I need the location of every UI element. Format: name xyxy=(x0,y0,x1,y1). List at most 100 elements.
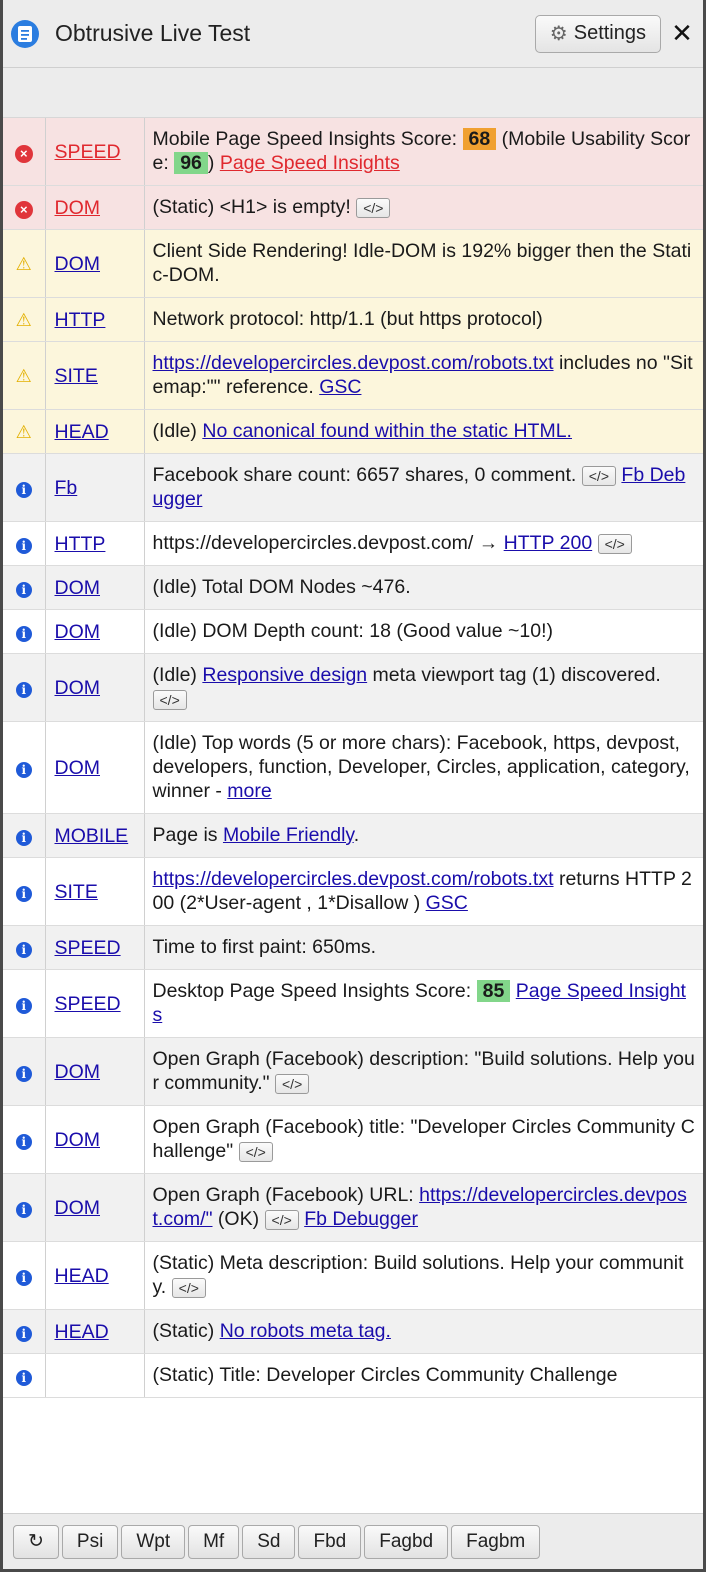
message-link[interactable]: No robots meta tag. xyxy=(220,1320,391,1342)
message-text: . xyxy=(353,824,360,846)
message-text: Open Graph (Facebook) title: "Developer … xyxy=(152,1116,695,1162)
message-cell: (Idle) Responsive design meta viewport t… xyxy=(144,653,703,722)
result-row: × SPEED Mobile Page Speed Insights Score: … xyxy=(3,118,703,186)
message-cell: https://developercircles.devpost.com/rob… xyxy=(144,857,703,926)
category-link[interactable]: SPEED xyxy=(55,141,121,163)
footer-button-mf[interactable]: Mf xyxy=(188,1524,240,1559)
category-link[interactable]: DOM xyxy=(55,757,101,779)
message-link[interactable]: No canonical found within the static HTM… xyxy=(202,420,572,442)
view-code-button[interactable]: </> xyxy=(581,465,616,486)
category-cell: DOM xyxy=(45,653,145,722)
status-cell: i xyxy=(3,1037,46,1106)
info-icon: i xyxy=(15,1325,32,1342)
category-cell: HEAD xyxy=(45,1309,145,1354)
category-cell: SITE xyxy=(45,857,145,926)
category-link[interactable]: DOM xyxy=(55,577,101,599)
result-row: ⚠ HTTP Network protocol: http/1.1 (but htt… xyxy=(3,297,703,342)
category-link[interactable]: DOM xyxy=(55,1197,101,1219)
status-cell: i xyxy=(3,609,46,654)
status-cell: i xyxy=(3,1309,46,1354)
category-link[interactable]: SITE xyxy=(55,881,98,903)
category-link[interactable]: Fb xyxy=(55,477,78,499)
message-text: https://developercircles.devpost.com/ → xyxy=(152,532,504,554)
message-link[interactable]: Mobile Friendly xyxy=(223,824,354,846)
message-text: (Idle) xyxy=(152,664,203,686)
view-code-button[interactable]: </> xyxy=(356,197,391,218)
status-cell: i xyxy=(3,1241,46,1310)
message-cell: (Idle) Top words (5 or more chars): Face… xyxy=(144,721,703,814)
message-link[interactable]: Page Speed Insights xyxy=(220,152,400,174)
view-code-button[interactable]: </> xyxy=(238,1141,273,1162)
view-code-button[interactable]: </> xyxy=(264,1209,299,1230)
message-link[interactable]: https://developercircles.devpost.com/rob… xyxy=(153,352,554,374)
result-row: ⚠ SITE https://developercircles.devpost.co… xyxy=(3,341,703,410)
category-cell: DOM xyxy=(45,609,145,654)
category-link[interactable]: HTTP xyxy=(55,533,106,555)
message-link[interactable]: HTTP 200 xyxy=(504,532,593,554)
footer-button-wpt[interactable]: Wpt xyxy=(121,1524,186,1559)
view-code-button[interactable]: </> xyxy=(152,689,187,710)
footer-button-fbd[interactable]: Fbd xyxy=(298,1524,362,1559)
category-link[interactable]: SPEED xyxy=(55,993,121,1015)
message-text: Client Side Rendering! Idle-DOM is 192% … xyxy=(152,240,692,286)
result-row: i SITE https://developercircles.devpost.co… xyxy=(3,857,703,926)
message-text: (Idle) Total DOM Nodes ~476. xyxy=(152,576,411,598)
result-row: i DOM (Idle) Total DOM Nodes ~476. xyxy=(3,565,703,610)
category-link[interactable]: DOM xyxy=(55,1061,101,1083)
info-icon: i xyxy=(15,761,32,778)
category-link[interactable]: DOM xyxy=(55,197,101,219)
category-link[interactable]: MOBILE xyxy=(55,825,129,847)
result-row: i DOM Open Graph (Facebook) title: "Develo… xyxy=(3,1105,703,1174)
category-link[interactable]: DOM xyxy=(55,253,101,275)
status-cell: × xyxy=(3,118,46,186)
info-icon: i xyxy=(15,885,32,902)
footer-button-fagbm[interactable]: Fagbm xyxy=(451,1524,541,1559)
window-title: Obtrusive Live Test xyxy=(55,20,251,46)
footer-button-psi[interactable]: Psi xyxy=(61,1524,119,1559)
category-link[interactable]: SPEED xyxy=(55,937,121,959)
status-cell: ⚠ xyxy=(3,341,46,410)
result-row: i DOM Open Graph (Facebook) URL: https://d… xyxy=(3,1173,703,1242)
status-cell: ⚠ xyxy=(3,409,46,454)
category-cell: SPEED xyxy=(45,925,145,970)
category-cell: HEAD xyxy=(45,409,145,454)
message-link[interactable]: GSC xyxy=(426,892,468,914)
message-link[interactable]: Fb Debugger xyxy=(304,1208,418,1230)
message-cell: Client Side Rendering! Idle-DOM is 192% … xyxy=(144,229,703,298)
category-link[interactable]: DOM xyxy=(55,621,101,643)
category-link[interactable]: HEAD xyxy=(55,1265,109,1287)
message-text: (Static) Meta description: Build solutio… xyxy=(152,1252,684,1298)
category-link[interactable]: DOM xyxy=(55,677,101,699)
category-link[interactable]: HEAD xyxy=(55,1321,109,1343)
status-cell: i xyxy=(3,565,46,610)
result-row: i HTTP https://developercircles.devpost.co… xyxy=(3,521,703,566)
category-link[interactable]: SITE xyxy=(55,365,98,387)
view-code-button[interactable]: </> xyxy=(171,1277,206,1298)
category-link[interactable]: HTTP xyxy=(55,309,106,331)
view-code-button[interactable]: </> xyxy=(597,533,632,554)
result-row: i DOM Open Graph (Facebook) description: "… xyxy=(3,1037,703,1106)
footer-button-fagbd[interactable]: Fagbd xyxy=(364,1524,449,1559)
message-text: ) xyxy=(207,152,220,174)
refresh-button[interactable]: ↻ xyxy=(13,1524,59,1559)
category-cell xyxy=(45,1353,145,1398)
category-link[interactable]: HEAD xyxy=(55,421,109,443)
status-cell: i xyxy=(3,453,46,522)
info-icon: i xyxy=(15,997,32,1014)
category-link[interactable]: DOM xyxy=(55,1129,101,1151)
close-button[interactable]: ✕ xyxy=(669,18,695,49)
message-link[interactable]: GSC xyxy=(319,376,361,398)
message-link[interactable]: https://developercircles.devpost.com/rob… xyxy=(153,868,554,890)
message-text: Open Graph (Facebook) description: "Buil… xyxy=(152,1048,695,1094)
message-link[interactable]: more xyxy=(227,780,271,802)
footer-button-sd[interactable]: Sd xyxy=(242,1524,296,1559)
info-icon: i xyxy=(15,941,32,958)
message-text: (OK) xyxy=(212,1208,265,1230)
settings-button[interactable]: ⚙ Settings xyxy=(534,14,661,53)
result-row: i DOM (Idle) DOM Depth count: 18 (Good val… xyxy=(3,609,703,654)
message-link[interactable]: Responsive design xyxy=(202,664,367,686)
status-cell: × xyxy=(3,185,46,230)
view-code-button[interactable]: </> xyxy=(275,1073,310,1094)
message-text: (Static) xyxy=(152,1320,220,1342)
result-row: i DOM (Idle) Responsive design meta viewpo… xyxy=(3,653,703,722)
